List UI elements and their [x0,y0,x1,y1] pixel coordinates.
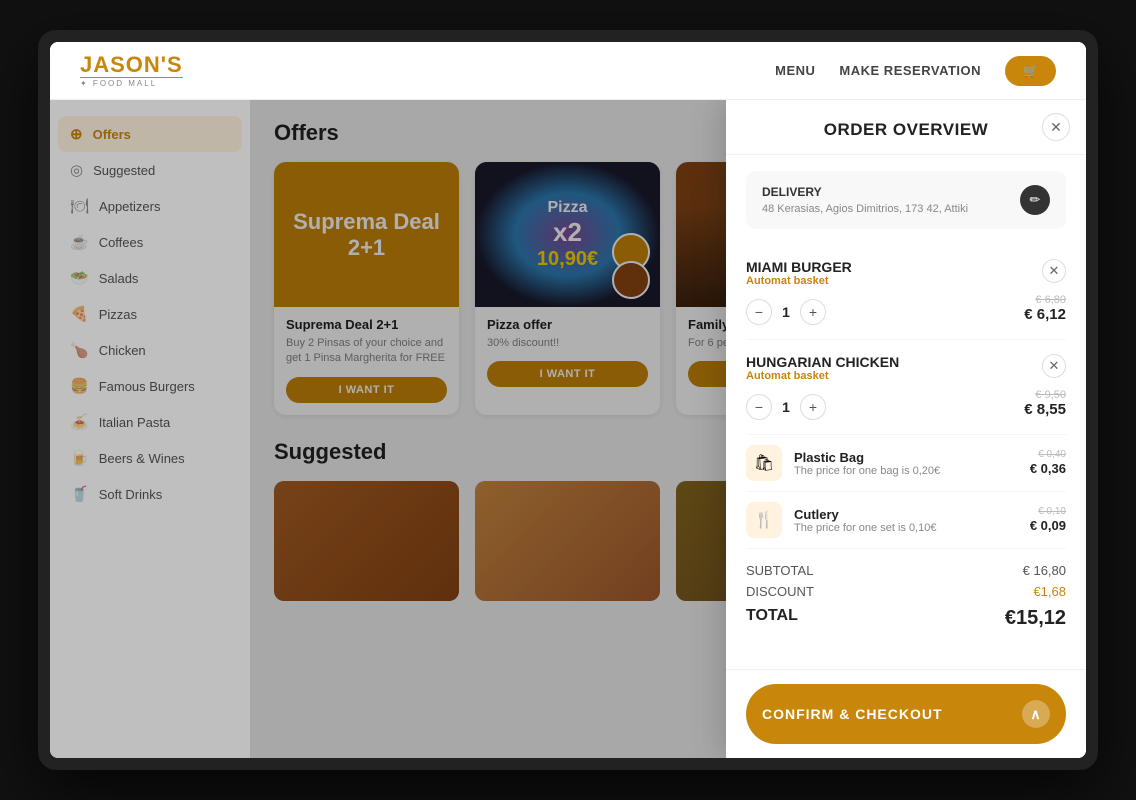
checkout-label: CONFIRM & CHECKOUT [762,706,943,722]
plastic-bag-original-price: € 0,40 [1030,449,1066,460]
hungarian-chicken-original-price: € 9,50 [1024,389,1066,401]
order-footer: CONFIRM & CHECKOUT ∧ [726,669,1086,758]
cutlery-icon: 🍴 [746,502,782,538]
total-value: €15,12 [1005,607,1066,630]
order-panel: ORDER OVERVIEW ✕ DELIVERY 48 Kerasias, A… [726,100,1086,758]
miami-burger-decrement-button[interactable]: − [746,299,772,325]
hungarian-chicken-basket: Automat basket [746,370,899,382]
logo: JASON'S ✦ FOOD MALL [80,53,183,89]
hungarian-chicken-price: € 9,50 € 8,55 [1024,389,1066,418]
main-content: ⊕ Offers ◎ Suggested 🍽 Appetizers ☕ Coff… [50,100,1086,758]
nav-menu[interactable]: MENU [775,63,815,78]
order-header: ORDER OVERVIEW ✕ [726,100,1086,155]
nav-cart-button[interactable]: 🛒 [1005,56,1056,86]
hungarian-chicken-final-price: € 8,55 [1024,401,1066,418]
miami-burger-basket: Automat basket [746,275,852,287]
plastic-bag-desc: The price for one bag is 0,20€ [794,465,1018,477]
miami-burger-remove-button[interactable]: ✕ [1042,259,1066,283]
nav: MENU MAKE RESERVATION 🛒 [775,56,1056,86]
nav-reservation[interactable]: MAKE RESERVATION [839,63,981,78]
order-body: DELIVERY 48 Kerasias, Agios Dimitrios, 1… [726,155,1086,669]
plastic-bag-price: € 0,40 € 0,36 [1030,449,1066,478]
addon-cutlery: 🍴 Cutlery The price for one set is 0,10€… [746,492,1066,549]
addon-plastic-bag: 🛍 Plastic Bag The price for one bag is 0… [746,435,1066,492]
cutlery-price: € 0,10 € 0,09 [1030,506,1066,535]
cutlery-name: Cutlery [794,507,1018,522]
hungarian-chicken-increment-button[interactable]: + [800,394,826,420]
miami-burger-increment-button[interactable]: + [800,299,826,325]
total-label: TOTAL [746,607,798,630]
delivery-label: DELIVERY [762,185,968,199]
miami-burger-price: € 6,80 € 6,12 [1024,294,1066,323]
subtotal-value: € 16,80 [1023,563,1066,578]
total-row: TOTAL €15,12 [746,607,1066,630]
hungarian-chicken-name: HUNGARIAN CHICKEN [746,354,899,370]
discount-label: DISCOUNT [746,584,814,599]
subtotal-label: SUBTOTAL [746,563,813,578]
logo-title: JASON'S [80,53,183,77]
cutlery-original-price: € 0,10 [1030,506,1066,517]
miami-burger-name: MIAMI BURGER [746,259,852,275]
cutlery-final-price: € 0,09 [1030,518,1066,533]
hungarian-chicken-quantity: 1 [772,399,800,415]
logo-subtitle: ✦ FOOD MALL [80,77,183,89]
plastic-bag-name: Plastic Bag [794,450,1018,465]
miami-burger-final-price: € 6,12 [1024,306,1066,323]
hungarian-chicken-decrement-button[interactable]: − [746,394,772,420]
miami-burger-original-price: € 6,80 [1024,294,1066,306]
miami-burger-qty-controls: − 1 + [746,299,826,325]
order-close-button[interactable]: ✕ [1042,113,1070,141]
order-item-miami-burger: MIAMI BURGER Automat basket ✕ − 1 + [746,245,1066,340]
delivery-edit-button[interactable]: ✏ [1020,185,1050,215]
miami-burger-quantity: 1 [772,304,800,320]
order-title: ORDER OVERVIEW [824,120,988,140]
cutlery-desc: The price for one set is 0,10€ [794,522,1018,534]
dim-overlay [50,100,726,758]
discount-value: €1,68 [1033,584,1066,599]
delivery-address: 48 Kerasias, Agios Dimitrios, 173 42, At… [762,203,968,215]
order-summary: SUBTOTAL € 16,80 DISCOUNT €1,68 TOTAL €1… [746,549,1066,650]
plastic-bag-final-price: € 0,36 [1030,461,1066,476]
checkout-chevron-icon: ∧ [1022,700,1050,728]
order-item-hungarian-chicken: HUNGARIAN CHICKEN Automat basket ✕ − 1 + [746,340,1066,435]
plastic-bag-icon: 🛍 [746,445,782,481]
hungarian-chicken-remove-button[interactable]: ✕ [1042,354,1066,378]
hungarian-chicken-qty-controls: − 1 + [746,394,826,420]
subtotal-row: SUBTOTAL € 16,80 [746,563,1066,578]
delivery-section: DELIVERY 48 Kerasias, Agios Dimitrios, 1… [746,171,1066,229]
header: JASON'S ✦ FOOD MALL MENU MAKE RESERVATIO… [50,42,1086,100]
checkout-button[interactable]: CONFIRM & CHECKOUT ∧ [746,684,1066,744]
discount-row: DISCOUNT €1,68 [746,584,1066,599]
